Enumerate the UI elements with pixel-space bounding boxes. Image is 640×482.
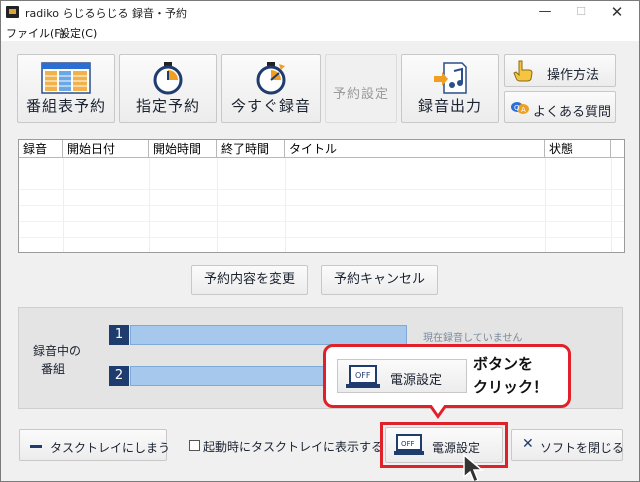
slot-1-status: 現在録音していません: [423, 333, 523, 344]
program-guide-reserve-button[interactable]: 番組表予約: [17, 54, 115, 123]
slot-2-number: 2: [109, 366, 129, 386]
recording-caption-line1: 録音中の: [33, 344, 82, 358]
callout-power-label: 電源設定: [390, 373, 443, 388]
record-now-label: 今すぐ録音: [230, 97, 311, 115]
mouse-cursor-icon: [463, 453, 485, 481]
slot-2-bar: [130, 366, 330, 386]
svg-text:A: A: [521, 106, 526, 114]
column-status[interactable]: 状態: [545, 140, 611, 158]
column-start-date[interactable]: 開始日付: [63, 140, 149, 158]
title-bar: radiko らじるらじる 録音・予約 — ☐ ✕: [1, 1, 639, 23]
close-software-label: ソフトを閉じる: [540, 441, 625, 455]
callout-power-button-illustration: OFF 電源設定: [337, 359, 467, 393]
reservation-settings-button[interactable]: 予約設定: [325, 54, 397, 123]
how-to-button[interactable]: 操作方法: [504, 54, 616, 87]
minimize-to-tray-button[interactable]: タスクトレイにしまう: [19, 429, 171, 461]
recording-caption-line2: 番組: [41, 362, 66, 376]
callout-text-line2: クリック！: [473, 378, 549, 396]
menu-file[interactable]: ファイル(F): [6, 25, 65, 41]
list-header: 録音 開始日付 開始時間 終了時間 タイトル 状態: [19, 140, 624, 158]
stopwatch-icon: [153, 62, 183, 95]
startup-tray-checkbox[interactable]: [189, 440, 200, 451]
program-guide-icon: [41, 62, 91, 94]
app-window: radiko らじるらじる 録音・予約 — ☐ ✕ ファイル(F) 設定(C) …: [0, 0, 640, 482]
menu-bar: ファイル(F) 設定(C): [1, 23, 639, 41]
minus-icon: [30, 445, 42, 448]
program-guide-label: 番組表予約: [25, 97, 106, 115]
faq-button[interactable]: Q A よくある質問: [504, 91, 616, 123]
window-title: radiko らじるらじる 録音・予約: [25, 7, 188, 20]
faq-bubble-icon: Q A: [511, 102, 529, 114]
change-reservation-button[interactable]: 予約内容を変更: [191, 265, 308, 295]
faq-label: よくある質問: [533, 105, 612, 120]
scheduled-reserve-button[interactable]: 指定予約: [119, 54, 217, 123]
reservation-list[interactable]: 録音 開始日付 開始時間 終了時間 タイトル 状態: [18, 139, 625, 254]
column-end-time[interactable]: 終了時間: [217, 140, 285, 158]
laptop-off-icon: OFF: [346, 365, 380, 388]
export-recording-button[interactable]: 録音出力: [401, 54, 499, 123]
callout-text-line1: ボタンを: [473, 355, 534, 373]
record-now-button[interactable]: 今すぐ録音: [221, 54, 321, 123]
svg-text:Q: Q: [514, 104, 520, 112]
music-export-icon: [434, 62, 467, 94]
pointing-hand-icon: [513, 60, 533, 82]
slot-1-bar: [130, 325, 407, 345]
stopwatch-record-icon: [256, 62, 286, 95]
scheduled-reserve-label: 指定予約: [135, 97, 200, 115]
close-window-button[interactable]: ✕: [595, 1, 639, 23]
menu-settings[interactable]: 設定(C): [59, 25, 97, 41]
column-title[interactable]: タイトル: [285, 140, 545, 158]
export-recording-label: 録音出力: [417, 97, 482, 115]
slot-1-number: 1: [109, 325, 129, 345]
close-software-button[interactable]: ✕ ソフトを閉じる: [511, 429, 625, 461]
svg-text:OFF: OFF: [355, 371, 371, 380]
power-button-highlight: [380, 422, 508, 468]
how-to-label: 操作方法: [547, 68, 600, 83]
column-start-time[interactable]: 開始時間: [149, 140, 217, 158]
app-logo-icon: [6, 6, 19, 18]
reservation-settings-label: 予約設定: [332, 87, 389, 102]
startup-tray-label: 起動時にタスクトレイに表示する: [203, 440, 384, 454]
column-recording[interactable]: 録音: [19, 140, 63, 158]
minimize-to-tray-label: タスクトレイにしまう: [50, 441, 171, 455]
x-close-icon: ✕: [522, 436, 534, 452]
cancel-reservation-button[interactable]: 予約キャンセル: [321, 265, 438, 295]
